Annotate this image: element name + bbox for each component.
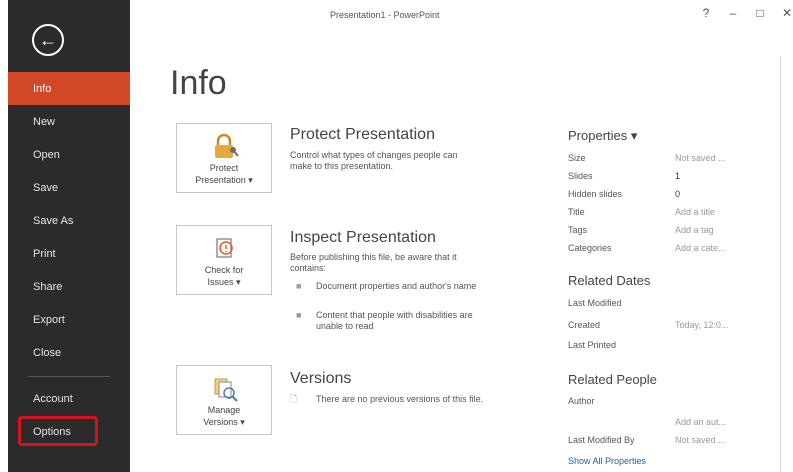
nav-item-open[interactable]: Open [8,138,130,171]
nav-item-share[interactable]: Share [8,270,130,303]
related-dates-heading: Related Dates [568,273,651,288]
backstage-nav: Info New Open Save Save As Print Share E… [8,72,130,389]
nav-item-export[interactable]: Export [8,303,130,336]
property-row-categories[interactable]: Categories Add a cate... [568,243,768,253]
last-modified-by-row: Last Modified By Not saved ... [568,435,726,445]
back-button[interactable]: ← [32,24,64,56]
window-title: Presentation1 - PowerPoint [330,10,440,20]
close-button[interactable]: ✕ [781,6,793,20]
nav-divider [28,376,110,377]
panel-edge [780,56,793,472]
properties-dropdown[interactable]: Properties ▾ [568,128,637,144]
nav-item-print[interactable]: Print [8,237,130,270]
nav-item-options[interactable]: Options [8,415,130,448]
minimize-button[interactable]: – [727,6,739,20]
inspect-title: Inspect Presentation [290,229,436,246]
protect-title: Protect Presentation [290,126,435,143]
add-author-link[interactable]: Add an aut... [675,417,726,427]
add-author-row[interactable]: Add an aut... [568,417,768,427]
nav-item-save-as[interactable]: Save As [8,204,130,237]
author-row: Author [568,396,595,406]
window-controls: ? – □ ✕ [700,6,793,20]
property-row-tags[interactable]: Tags Add a tag [568,225,768,235]
inspect-bullet: ■ Document properties and author's name [296,281,477,291]
protect-card-label: Protect Presentation ▾ [195,163,253,185]
versions-info: 🗋 There are no previous versions of this… [290,394,484,404]
property-row: Hidden slides 0 [568,189,681,199]
versions-doc-icon: 🗋 [290,394,298,404]
manage-versions-button[interactable]: Manage Versions ▾ [176,365,272,435]
check-for-issues-button[interactable]: Check for Issues ▾ [176,225,272,295]
nav-item-close[interactable]: Close [8,336,130,369]
versions-title: Versions [290,370,352,387]
property-row-title[interactable]: Title Add a title [568,207,768,217]
date-row: Created Today, 12:0... [568,320,729,330]
lock-key-icon [215,134,239,158]
bullet-icon: ■ [296,310,302,320]
bullet-icon: ■ [296,281,302,291]
protect-presentation-button[interactable]: Protect Presentation ▾ [176,123,272,193]
page-title: Info [170,64,227,102]
inspect-document-icon [216,238,233,258]
inspect-bullet: ■ Content that people with disabilities … [296,310,473,331]
maximize-button[interactable]: □ [754,6,766,20]
date-row: Last Printed [568,340,617,350]
help-button[interactable]: ? [700,6,712,20]
options-highlight-box [18,416,98,446]
show-all-properties-link[interactable]: Show All Properties [568,456,646,466]
nav-item-account[interactable]: Account [8,382,130,415]
property-row: Size Not saved ... [568,153,726,163]
nav-item-new[interactable]: New [8,105,130,138]
nav-item-save[interactable]: Save [8,171,130,204]
backstage-sidebar: ← Info New Open Save Save As Print Share… [8,0,130,472]
manage-versions-icon [214,378,238,402]
back-arrow-icon: ← [39,30,57,50]
nav-item-info[interactable]: Info [8,72,130,105]
versions-card-label: Manage Versions ▾ [203,405,245,427]
backstage-nav-lower: Account Options [8,382,130,448]
date-row: Last Modified [568,298,622,308]
related-people-heading: Related People [568,372,657,387]
inspect-description: Before publishing this file, be aware th… [290,252,457,273]
inspect-card-label: Check for Issues ▾ [204,265,244,287]
protect-description: Control what types of changes people can… [290,150,458,171]
property-row: Slides 1 [568,171,681,181]
